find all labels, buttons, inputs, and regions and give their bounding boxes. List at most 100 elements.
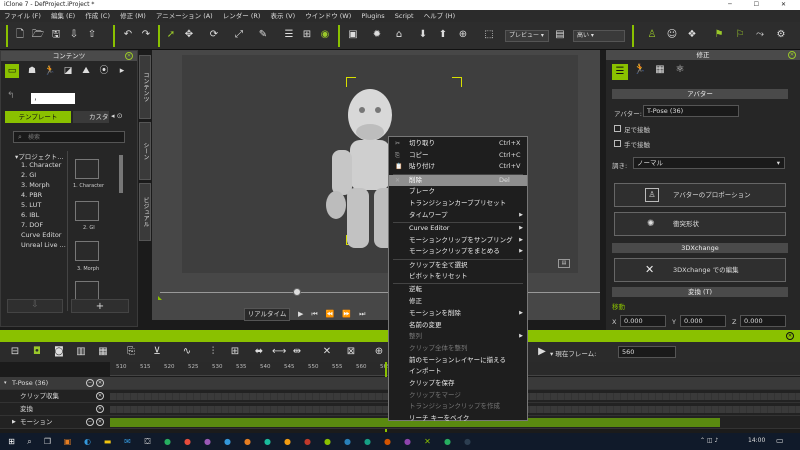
rotate-icon[interactable]: ⟳ xyxy=(207,28,221,42)
close-icon[interactable]: ✕ xyxy=(96,418,104,426)
app-icon[interactable]: ● xyxy=(342,436,353,447)
y-position-field[interactable]: 0.000 xyxy=(680,315,726,327)
motion-tab-icon[interactable]: 🏃 xyxy=(632,64,648,80)
preview-dropdown[interactable]: プレビュー ▾ xyxy=(505,30,549,42)
menu-script[interactable]: Script xyxy=(391,12,418,20)
tab-visual-vertical[interactable]: ビジュアル xyxy=(139,183,151,241)
collapse-arrow-icon[interactable]: ▾ xyxy=(4,380,7,386)
tab-content-vertical[interactable]: コンテンツ xyxy=(139,55,151,119)
shape-dropdown[interactable]: ノーマル ▾ xyxy=(633,157,785,169)
open-folder-icon[interactable]: 🗁 xyxy=(31,28,45,42)
export-icon[interactable]: ⇧ xyxy=(85,28,99,42)
close-icon[interactable]: ✕ xyxy=(125,52,133,60)
expand-icon[interactable]: ⟷ xyxy=(272,345,286,359)
folder-tab-icon[interactable]: ▭ xyxy=(5,64,19,78)
app-icon[interactable]: ● xyxy=(162,436,173,447)
paint-icon[interactable]: ✎ xyxy=(256,28,270,42)
realtime-button[interactable]: リアルタイム xyxy=(244,308,290,321)
undo-icon[interactable]: ↶ xyxy=(121,28,135,42)
more-tab-icon[interactable]: ▸ xyxy=(115,64,129,78)
figure-icon[interactable]: ♙ xyxy=(645,28,659,42)
app-icon[interactable]: ● xyxy=(262,436,273,447)
folder-thumbnail[interactable] xyxy=(75,241,99,261)
menu-render[interactable]: レンダー (R) xyxy=(219,12,265,20)
menu-view[interactable]: 表示 (V) xyxy=(267,12,300,20)
tree-item[interactable]: 1. Character xyxy=(21,161,61,169)
add-button[interactable]: + xyxy=(71,299,129,313)
context-menu-item[interactable]: クリップを保存 xyxy=(389,378,527,389)
tree-item[interactable]: Curve Editor xyxy=(21,231,61,239)
search-box[interactable]: ⌕ xyxy=(13,131,125,143)
window-controls[interactable]: ─ ☐ ✕ xyxy=(728,0,796,10)
back-icon[interactable]: ↰ xyxy=(7,91,15,101)
context-menu-item[interactable]: モーションを削除 ▶ xyxy=(389,308,527,319)
store-icon[interactable]: ⛋ xyxy=(142,436,153,447)
sample-icon[interactable]: ▦ xyxy=(96,345,110,359)
app-icon[interactable]: ● xyxy=(442,436,453,447)
3dxchange-edit-button[interactable]: ✕ 3DXchange での編集 xyxy=(614,258,786,282)
context-menu-item[interactable]: ✕ 削除 Del xyxy=(389,174,527,186)
context-menu-item[interactable]: ✂ 切り取り Ctrl+X xyxy=(389,138,527,149)
z-position-field[interactable]: 0.000 xyxy=(740,315,786,327)
tree-item[interactable]: 5. LUT xyxy=(21,201,41,209)
foot-contact-checkbox[interactable] xyxy=(614,125,621,132)
tray-icons[interactable]: ⌃ ◫ ♪ xyxy=(700,437,718,444)
prop-tab-icon[interactable]: ◪ xyxy=(61,64,75,78)
play-icon[interactable]: ▶ xyxy=(535,345,549,359)
break-icon[interactable]: ⫶ xyxy=(206,345,220,359)
close-icon[interactable]: ✕ xyxy=(788,51,796,59)
minus-icon[interactable]: − xyxy=(86,379,94,387)
zoom-icon[interactable]: ⊕ xyxy=(372,345,386,359)
search-input[interactable] xyxy=(28,133,118,142)
settings-gear-icon[interactable]: ⚙ xyxy=(774,28,788,42)
material-tab-icon[interactable]: ▦ xyxy=(652,64,668,80)
filter-icon[interactable]: ⊻ xyxy=(150,345,164,359)
folder-thumbnail[interactable] xyxy=(75,281,99,301)
path-icon[interactable]: ⤳ xyxy=(753,28,767,42)
notification-icon[interactable]: ▭ xyxy=(776,436,784,445)
playback-controls[interactable]: ▶⏮⏪⏩⏭ xyxy=(298,310,373,319)
app-icon[interactable]: ▣ xyxy=(62,436,73,447)
select-arrow-icon[interactable]: ➚ xyxy=(164,28,178,42)
task-view-icon[interactable]: ❐ xyxy=(42,436,53,447)
tab-custom[interactable]: カスタ xyxy=(73,111,109,123)
context-menu-item[interactable]: 逆転 xyxy=(389,284,527,295)
minus-icon[interactable]: − xyxy=(86,418,94,426)
close-icon[interactable]: ✕ xyxy=(96,392,104,400)
tree-root[interactable]: ▾プロジェクト... xyxy=(15,151,63,161)
path-box[interactable]: ， xyxy=(31,93,75,104)
menu-file[interactable]: ファイル (F) xyxy=(0,12,45,20)
display-mode-icon[interactable]: ▤ xyxy=(553,28,567,42)
tree-item[interactable]: 6. IBL xyxy=(21,211,39,219)
context-menu-item[interactable]: モーションクリップをまとめる ▶ xyxy=(389,246,527,257)
context-menu-item[interactable]: 前のモーションレイヤーに揃える xyxy=(389,355,527,366)
avatar-proportion-button[interactable]: ♙ アバターのプロポーション xyxy=(614,183,786,207)
tree-item[interactable]: Unreal Live ... xyxy=(21,241,66,249)
current-frame-field[interactable]: 560 xyxy=(618,346,676,358)
redo-icon[interactable]: ↷ xyxy=(139,28,153,42)
tab-template[interactable]: テンプレート xyxy=(5,111,71,123)
context-menu-item[interactable]: 名前の変更 xyxy=(389,320,527,331)
menu-animation[interactable]: アニメーション (A) xyxy=(152,12,217,20)
context-menu-item[interactable]: ⎘ コピー Ctrl+C xyxy=(389,150,527,161)
import-icon[interactable]: ⇩ xyxy=(67,28,81,42)
snap-icon[interactable]: ⊞ xyxy=(300,28,314,42)
key-icon[interactable]: ◘ xyxy=(30,345,44,359)
attributes-tab-icon[interactable]: ☰ xyxy=(612,64,628,80)
menu-modify[interactable]: 修正 (M) xyxy=(116,12,150,20)
context-menu-item[interactable]: ブレーク xyxy=(389,186,527,197)
walk-icon[interactable]: ⚑ xyxy=(712,28,726,42)
download-button[interactable]: ⇩ xyxy=(7,299,63,313)
home-icon[interactable]: ⌂ xyxy=(392,28,406,42)
menu-help[interactable]: ヘルプ (H) xyxy=(420,12,460,20)
viewport-slider-track[interactable] xyxy=(160,292,600,293)
curve-icon[interactable]: ∿ xyxy=(180,345,194,359)
context-menu-item[interactable]: 📋 貼り付け Ctrl+V xyxy=(389,161,527,172)
hand-contact-checkbox[interactable] xyxy=(614,140,621,147)
context-menu-item[interactable]: 修正 xyxy=(389,296,527,307)
clipboard-icon[interactable]: ⎘ xyxy=(124,345,138,359)
fit-up-icon[interactable]: ⬆ xyxy=(436,28,450,42)
tree-item[interactable]: 3. Morph xyxy=(21,181,50,189)
app-icon[interactable]: ● xyxy=(362,436,373,447)
start-icon[interactable]: ⊞ xyxy=(6,436,17,447)
